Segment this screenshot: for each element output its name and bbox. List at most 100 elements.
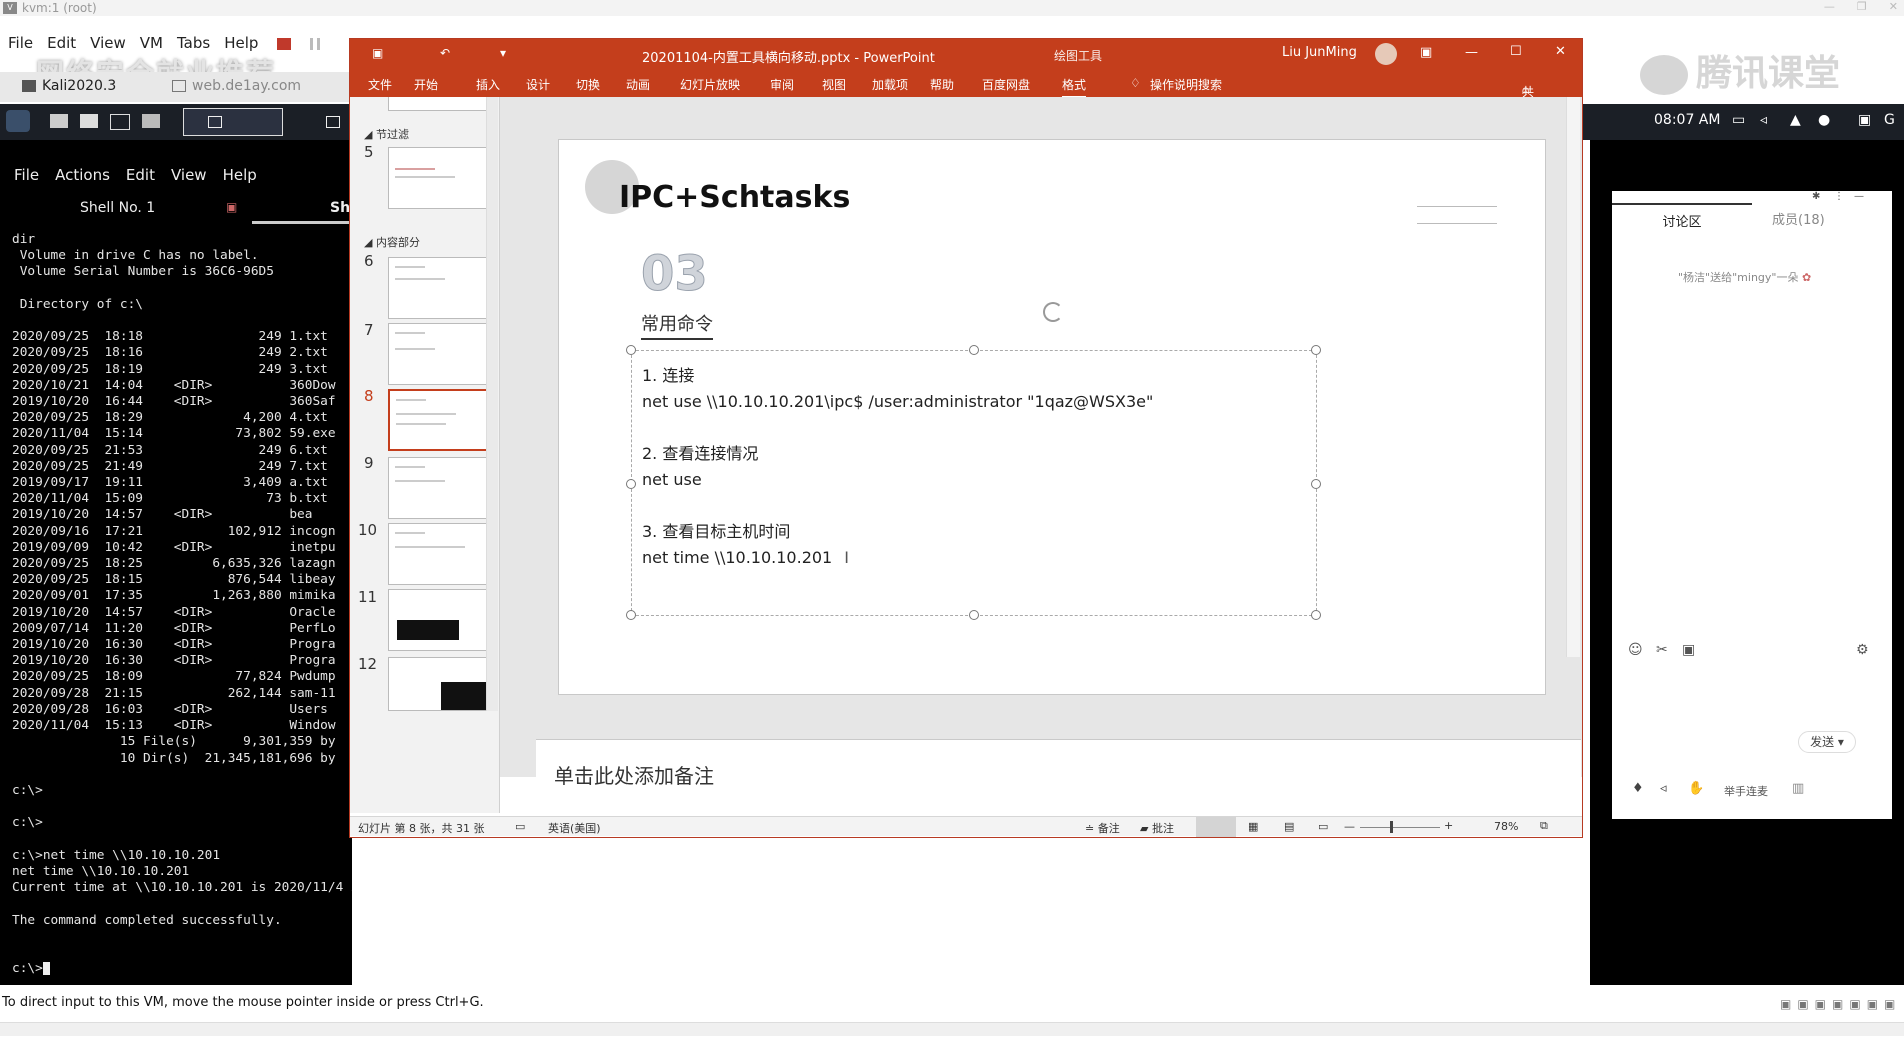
terminal-menu-help[interactable]: Help — [223, 163, 257, 187]
slide-thumb-10[interactable] — [388, 523, 496, 585]
slide-thumb-11[interactable] — [388, 589, 496, 651]
resize-handle-t[interactable] — [969, 345, 979, 355]
slide-thumb-7[interactable] — [388, 323, 496, 385]
tab-insert[interactable]: 插入 — [476, 76, 500, 93]
tab-baidu-netdisk[interactable]: 百度网盘 — [982, 76, 1030, 93]
hand-icon[interactable]: ✋ — [1688, 781, 1704, 796]
zoom-out-icon[interactable]: — — [1344, 820, 1355, 833]
slide-thumbnails-pane[interactable]: ◢ 节过滤 5 ◢ 内容部分 6 7 8 9 10 11 12 — [350, 97, 500, 813]
spellcheck-icon[interactable]: ▭ — [515, 820, 525, 833]
pause-icon[interactable] — [309, 37, 320, 50]
slide-sorter-icon[interactable]: ▦ — [1248, 820, 1258, 833]
tab-slideshow[interactable]: 幻灯片放映 — [680, 76, 740, 93]
language-indicator[interactable]: 英语(美国) — [548, 820, 601, 836]
vm-tab-kali[interactable]: Kali2020.3 — [22, 78, 116, 94]
zoom-in-icon[interactable]: + — [1444, 819, 1453, 832]
vm-tab-web[interactable]: web.de1ay.com — [172, 78, 301, 94]
display-icon[interactable]: ▭ — [1732, 112, 1745, 128]
section-filter[interactable]: ◢ 节过滤 — [364, 126, 409, 142]
tab-addins[interactable]: 加载项 — [872, 76, 908, 93]
active-window-button[interactable] — [183, 108, 283, 136]
slide-thumb-8-selected[interactable] — [388, 389, 496, 451]
slideshow-icon[interactable]: ▭ — [1318, 820, 1328, 833]
terminal-tab-shell2[interactable]: Sh — [330, 200, 350, 216]
qat-more-icon[interactable]: ▾ — [500, 46, 506, 60]
ribbon-display-icon[interactable]: ▣ — [1420, 45, 1432, 60]
terminal-tab-shell1[interactable]: Shell No. 1 — [80, 200, 155, 216]
notes-toggle[interactable]: ≐ 备注 — [1085, 820, 1120, 836]
tab-transitions[interactable]: 切换 — [576, 76, 600, 93]
settings-icon[interactable]: ⚙ — [1856, 642, 1869, 658]
tab-home[interactable]: 开始 — [414, 76, 438, 93]
screenshot-icon[interactable] — [142, 114, 160, 128]
tab-close-icon[interactable]: ▣ — [226, 200, 237, 214]
terminal-menu-edit[interactable]: Edit — [126, 163, 155, 187]
send-button[interactable]: 发送 ▾ — [1798, 731, 1856, 753]
pinned-window-icon[interactable] — [326, 116, 340, 128]
thumbs-scrollbar[interactable] — [486, 97, 498, 711]
refresh-icon[interactable]: G — [1884, 112, 1895, 128]
slide-canvas[interactable]: IPC+Schtasks 03 常用命令 1. 连接 net use \\10.… — [558, 139, 1546, 695]
horizontal-scrollbar[interactable] — [0, 1022, 1904, 1036]
notes-pane[interactable]: 单击此处添加备注 — [536, 739, 1581, 819]
snapshot-icon[interactable] — [277, 37, 292, 50]
lock-icon[interactable]: ▣ — [1858, 112, 1871, 128]
reading-view-icon[interactable]: ▤ — [1284, 820, 1294, 833]
bar-chart-icon[interactable]: ▥ — [1792, 781, 1804, 796]
tab-review[interactable]: 审阅 — [770, 76, 794, 93]
maximize-icon[interactable]: ❐ — [1857, 0, 1867, 13]
slide-title[interactable]: IPC+Schtasks — [619, 180, 850, 215]
slide-thumb-12[interactable] — [388, 657, 496, 711]
avatar[interactable] — [1375, 43, 1397, 65]
zoom-slider[interactable] — [1360, 827, 1440, 828]
terminal-menu-view[interactable]: View — [171, 163, 207, 187]
power-icon[interactable]: ● — [1818, 112, 1830, 128]
terminal-launcher-icon[interactable] — [50, 114, 68, 128]
chat-minimize-icon[interactable]: — — [1854, 191, 1864, 202]
terminal-menu-actions[interactable]: Actions — [55, 163, 110, 187]
speaker-icon[interactable]: ◃ — [1660, 781, 1667, 796]
resize-handle-tl[interactable] — [626, 345, 636, 355]
chat-tab-members[interactable]: 成员(18) — [1772, 209, 1825, 228]
slide-thumb-5[interactable] — [388, 147, 496, 209]
resize-handle-l[interactable] — [626, 479, 636, 489]
resize-handle-r[interactable] — [1311, 479, 1321, 489]
thumb-partial[interactable] — [388, 97, 496, 111]
resize-handle-b[interactable] — [969, 610, 979, 620]
section-number[interactable]: 03 — [641, 246, 709, 303]
minimize-icon[interactable]: — — [1465, 45, 1478, 60]
tab-design[interactable]: 设计 — [526, 76, 550, 93]
mic-icon[interactable]: ♦ — [1632, 781, 1644, 796]
terminal-menu-file[interactable]: File — [14, 163, 39, 187]
vm-device-icons[interactable]: ▣▣▣▣▣▣▣ — [1780, 995, 1901, 1013]
save-icon[interactable]: ▣ — [372, 46, 383, 60]
scissors-icon[interactable]: ✂ — [1656, 642, 1668, 658]
undo-icon[interactable]: ↶ — [440, 46, 450, 60]
maximize-icon[interactable]: ☐ — [1510, 44, 1522, 59]
resize-handle-br[interactable] — [1311, 610, 1321, 620]
vm-menu-file[interactable]: File — [8, 30, 33, 56]
comments-toggle[interactable]: ▰ 批注 — [1140, 820, 1174, 836]
close-icon[interactable]: ✕ — [1555, 44, 1566, 59]
edit-scrollbar[interactable] — [1566, 97, 1580, 657]
notification-icon[interactable]: ▲ — [1790, 112, 1801, 128]
close-icon[interactable]: ✕ — [1889, 0, 1898, 13]
rotate-handle-icon[interactable] — [1043, 302, 1063, 322]
resize-handle-bl[interactable] — [626, 610, 636, 620]
tab-file[interactable]: 文件 — [368, 76, 392, 93]
slide-thumb-6[interactable] — [388, 257, 496, 319]
section-subtitle[interactable]: 常用命令 — [641, 310, 713, 340]
tab-format[interactable]: 格式 — [1062, 76, 1087, 98]
terminal-output[interactable]: dir Volume in drive C has no label. Volu… — [12, 232, 352, 982]
fit-slide-icon[interactable]: ⧉ — [1540, 819, 1548, 833]
files-launcher-icon[interactable] — [80, 114, 98, 128]
notes-placeholder[interactable]: 单击此处添加备注 — [554, 760, 714, 789]
chat-tab-discuss[interactable]: 讨论区 — [1612, 203, 1752, 231]
emoji-icon[interactable]: ☺ — [1628, 642, 1643, 658]
image-icon[interactable]: ▣ — [1682, 642, 1695, 658]
chat-pin-icon[interactable]: ✱ — [1812, 191, 1820, 202]
tab-help[interactable]: 帮助 — [930, 76, 954, 93]
workspace-icon[interactable] — [110, 114, 130, 130]
normal-view-button[interactable] — [1196, 817, 1236, 837]
selected-textbox[interactable]: 1. 连接 net use \\10.10.10.201\ipc$ /user:… — [626, 345, 1321, 620]
